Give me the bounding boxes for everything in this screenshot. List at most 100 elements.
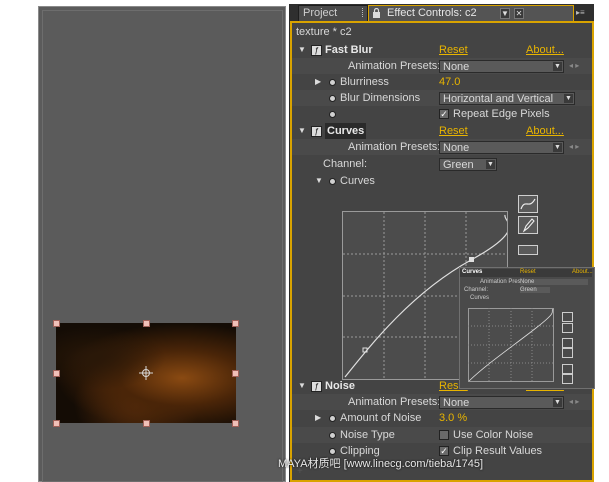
layer-handle[interactable] xyxy=(143,320,150,327)
expand-triangle-icon[interactable]: ▶ xyxy=(315,410,321,426)
thumb-save-icon xyxy=(562,348,573,358)
layer-handle[interactable] xyxy=(143,420,150,427)
use-color-checkbox[interactable] xyxy=(439,430,449,440)
repeat-edge-checkbox[interactable]: ✓ xyxy=(439,109,449,119)
thumb-about: About... xyxy=(572,269,593,275)
layer-handle[interactable] xyxy=(232,420,239,427)
blur-dimensions-row: Blur Dimensions Horizontal and Vertical ▼ xyxy=(292,90,592,106)
collapse-triangle-icon[interactable]: ▼ xyxy=(315,173,323,189)
amount-row: ▶ Amount of Noise 3.0 % xyxy=(292,410,592,426)
close-icon[interactable]: ✕ xyxy=(514,8,524,19)
fx-icon[interactable]: ƒ xyxy=(311,126,322,137)
blur-dimensions-dropdown[interactable]: Horizontal and Vertical ▼ xyxy=(439,92,575,105)
curves-label: Curves xyxy=(340,175,375,187)
presets-row: Animation Presets: None ▼ ◂ ▸ xyxy=(292,139,592,155)
thumb-effect-name: Curves xyxy=(462,269,483,275)
about-link[interactable]: About... xyxy=(526,123,564,139)
thumb-channel-value: Green xyxy=(520,287,550,293)
layer-handle[interactable] xyxy=(232,320,239,327)
lock-icon[interactable] xyxy=(372,7,381,18)
cursor-icon: + xyxy=(297,466,303,477)
thumb-open-icon xyxy=(562,338,573,348)
reset-link[interactable]: Reset xyxy=(439,123,468,139)
panel-menu-icon[interactable]: ▸≡ xyxy=(576,8,590,17)
reset-link[interactable]: Reset xyxy=(439,42,468,58)
open-curve-icon[interactable] xyxy=(518,245,538,255)
layer-handle[interactable] xyxy=(232,370,239,377)
menu-arrow-icon[interactable]: ▼ xyxy=(500,8,510,19)
presets-value: None xyxy=(443,142,470,154)
repeat-edge-label: Repeat Edge Pixels xyxy=(453,108,550,120)
amount-label: Amount of Noise xyxy=(340,412,422,424)
collapse-triangle-icon[interactable]: ▼ xyxy=(298,42,306,58)
presets-dropdown[interactable]: None ▼ xyxy=(439,141,564,154)
blur-dimensions-value: Horizontal and Vertical xyxy=(443,93,554,105)
blurriness-label: Blurriness xyxy=(340,76,389,88)
effect-controls-panel: Project Effect Controls: c2 ▼ ✕ ▸≡ textu… xyxy=(289,4,595,482)
layer-path: texture * c2 xyxy=(296,26,352,38)
blurriness-row: ▶ Blurriness 47.0 xyxy=(292,74,592,90)
presets-row: Animation Presets: None ▼ ◂ ▸ xyxy=(292,58,592,74)
curve-point[interactable] xyxy=(469,257,474,262)
collapse-triangle-icon[interactable]: ▼ xyxy=(298,378,306,394)
fx-icon[interactable]: ƒ xyxy=(311,381,322,392)
collapse-triangle-icon[interactable]: ▼ xyxy=(298,123,306,139)
layer-handle[interactable] xyxy=(53,420,60,427)
stopwatch-icon[interactable] xyxy=(329,111,336,118)
chevron-down-icon: ▼ xyxy=(553,62,562,71)
effect-header-fast-blur[interactable]: ▼ ƒ Fast Blur Reset About... xyxy=(292,42,592,58)
tab-effect-controls[interactable]: Effect Controls: c2 ▼ ✕ xyxy=(368,5,574,22)
channel-label: Channel: xyxy=(323,158,368,170)
panel-tab-bar: Project Effect Controls: c2 ▼ ✕ ▸≡ xyxy=(290,4,594,22)
blur-dimensions-label: Blur Dimensions xyxy=(340,92,421,104)
thumb-reset: Reset xyxy=(520,269,536,275)
layer-handle[interactable] xyxy=(53,320,60,327)
stopwatch-icon[interactable] xyxy=(329,432,336,439)
effect-name: Fast Blur xyxy=(325,44,373,56)
presets-value: None xyxy=(443,61,470,73)
stopwatch-icon[interactable] xyxy=(329,415,336,422)
presets-dropdown[interactable]: None ▼ xyxy=(439,396,564,409)
blurriness-value[interactable]: 47.0 xyxy=(439,74,460,90)
watermark-text: MAYA材质吧 [www.linecg.com/tieba/1745] xyxy=(278,458,484,470)
channel-dropdown[interactable]: Green ▼ xyxy=(439,158,497,171)
preset-nav-icon[interactable]: ◂ ▸ xyxy=(569,58,579,74)
layer-handle[interactable] xyxy=(53,370,60,377)
effect-controls-content: texture * c2 ▼ ƒ Fast Blur Reset About..… xyxy=(290,21,595,482)
stopwatch-icon[interactable] xyxy=(329,448,336,455)
pencil-tool-icon[interactable] xyxy=(518,216,538,234)
stopwatch-icon[interactable] xyxy=(329,79,336,86)
fx-icon[interactable]: ƒ xyxy=(311,45,322,56)
tab-project-label: Project xyxy=(303,7,338,19)
preset-nav-icon[interactable]: ◂ ▸ xyxy=(569,394,579,410)
channel-row: Channel: Green ▼ xyxy=(292,156,592,172)
stopwatch-icon[interactable] xyxy=(329,95,336,102)
effect-header-curves[interactable]: ▼ ƒ Curves Reset About... xyxy=(292,123,592,139)
curves-thumbnail: Curves Reset About... Animation Presets:… xyxy=(459,267,595,389)
presets-row: Animation Presets: None ▼ ◂ ▸ xyxy=(292,394,592,410)
preset-nav-icon[interactable]: ◂ ▸ xyxy=(569,139,579,155)
noise-type-row: Noise Type Use Color Noise xyxy=(292,427,592,443)
stopwatch-icon[interactable] xyxy=(329,178,336,185)
tab-project[interactable]: Project xyxy=(298,5,368,21)
expand-triangle-icon[interactable]: ▶ xyxy=(315,74,321,90)
tab-effect-controls-label: Effect Controls: c2 xyxy=(387,7,477,19)
effect-name: Curves xyxy=(325,123,367,139)
thumb-channel-label: Channel: xyxy=(464,287,489,293)
presets-label: Animation Presets: xyxy=(348,396,441,408)
about-link[interactable]: About... xyxy=(526,42,564,58)
effect-name: Noise xyxy=(325,380,355,392)
channel-value: Green xyxy=(443,159,474,171)
presets-value: None xyxy=(443,397,470,409)
chevron-down-icon: ▼ xyxy=(553,398,562,407)
thumb-reset-icon xyxy=(562,374,573,384)
anchor-point-icon[interactable] xyxy=(139,366,153,380)
noise-type-label: Noise Type xyxy=(340,429,395,441)
repeat-edge-row: ✓ Repeat Edge Pixels xyxy=(292,106,592,122)
curves-row: ▼ Curves xyxy=(292,173,592,189)
curve-tool-icon[interactable] xyxy=(518,195,538,213)
amount-value[interactable]: 3.0 % xyxy=(439,410,467,426)
presets-label: Animation Presets: xyxy=(348,141,441,153)
thumb-header: Curves Reset About... xyxy=(460,269,593,277)
presets-dropdown[interactable]: None ▼ xyxy=(439,60,564,73)
